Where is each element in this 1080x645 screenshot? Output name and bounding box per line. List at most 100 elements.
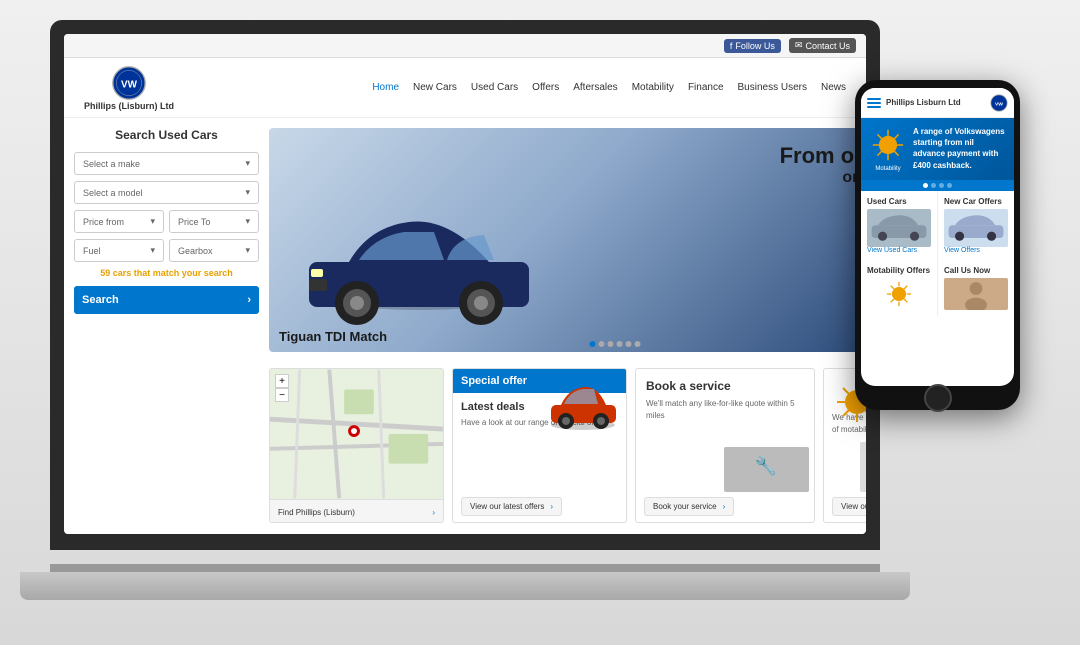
map-find-text: Find Phillips (Lisburn) xyxy=(278,508,355,517)
nav-brand: Phillips (Lisburn) Ltd xyxy=(84,101,174,111)
phone-new-car-icon xyxy=(944,209,1008,247)
website: f Follow Us ✉ Contact Us xyxy=(64,34,866,534)
right-column: From only £849 on Motability xyxy=(269,128,866,523)
nav-business[interactable]: Business Users xyxy=(738,82,807,93)
laptop-base xyxy=(20,572,910,600)
phone-motability-section: Motability xyxy=(869,126,907,172)
phone-hero: Motability A range of Volkswagens starti… xyxy=(861,118,1014,180)
price-from-select[interactable]: Price from ▾ xyxy=(74,210,164,233)
dot-2[interactable] xyxy=(599,341,605,347)
service-title: Book a service xyxy=(636,369,814,398)
chevron-down-icon: ▾ xyxy=(245,245,250,256)
dot-1[interactable] xyxy=(590,341,596,347)
menu-line-2 xyxy=(867,102,881,104)
arrow-icon: › xyxy=(432,508,435,517)
car-image xyxy=(289,197,549,327)
map-controls: + − xyxy=(275,374,289,402)
price-to-select[interactable]: Price To ▾ xyxy=(169,210,259,233)
map-footer: Find Phillips (Lisburn) › xyxy=(270,499,443,523)
fuel-gearbox-row: Fuel ▾ Gearbox ▾ xyxy=(74,239,259,262)
phone-carousel-dots xyxy=(861,180,1014,191)
phone-grid-used-cars[interactable]: Used Cars View Used Cars xyxy=(861,191,937,260)
arrow-icon: › xyxy=(723,502,726,511)
contact-us-button[interactable]: ✉ Contact Us xyxy=(789,38,856,53)
phone-used-cars-img xyxy=(867,209,931,247)
follow-us-button[interactable]: f Follow Us xyxy=(724,39,781,53)
offer-header: Special offer xyxy=(453,369,626,393)
phone-screen: Phillips Lisburn Ltd VW xyxy=(861,88,1014,386)
offer-car-icon xyxy=(546,377,621,432)
vw-logo-icon: VW xyxy=(111,65,147,101)
search-count-number: 59 xyxy=(100,268,110,278)
search-button[interactable]: Search › xyxy=(74,286,259,314)
model-select[interactable]: Select a model ▾ xyxy=(74,181,259,204)
search-title: Search Used Cars xyxy=(74,128,259,142)
menu-line-1 xyxy=(867,98,881,100)
chevron-down-icon: ▾ xyxy=(245,187,250,198)
laptop-screen-inner: f Follow Us ✉ Contact Us xyxy=(64,34,866,534)
dot-6[interactable] xyxy=(635,341,641,347)
phone-outer: Phillips Lisburn Ltd VW xyxy=(855,80,1020,410)
search-count: 59 cars that match your search xyxy=(74,268,259,278)
dot-3[interactable] xyxy=(608,341,614,347)
nav-used-cars[interactable]: Used Cars xyxy=(471,82,518,93)
fuel-select[interactable]: Fuel ▾ xyxy=(74,239,164,262)
laptop-hinge xyxy=(50,564,880,572)
view-motability-button[interactable]: View our motability offers › xyxy=(832,497,866,516)
chevron-down-icon: ▾ xyxy=(245,158,250,169)
phone-call-us-image xyxy=(944,278,1008,310)
nav-finance[interactable]: Finance xyxy=(688,82,724,93)
nav: VW Phillips (Lisburn) Ltd Home New Cars … xyxy=(64,58,866,118)
nav-aftersales[interactable]: Aftersales xyxy=(573,82,617,93)
contact-icon: ✉ xyxy=(795,40,803,51)
phone-motability-item[interactable]: Motability Offers xyxy=(861,260,937,316)
hero-title-line2: on Motability xyxy=(780,169,866,187)
main-content: Search Used Cars Select a make ▾ Select … xyxy=(64,118,866,533)
phone-person-icon xyxy=(944,278,1008,310)
phone-grid-new-cars[interactable]: New Car Offers View Offers xyxy=(938,191,1014,260)
search-panel: Search Used Cars Select a make ▾ Select … xyxy=(74,128,259,523)
phone-motability-icon xyxy=(869,126,907,164)
phone-dot-3[interactable] xyxy=(939,183,944,188)
hamburger-menu-icon[interactable] xyxy=(867,98,881,108)
offer-panel: Special offer xyxy=(452,368,627,523)
dot-5[interactable] xyxy=(626,341,632,347)
laptop-screen-outer: f Follow Us ✉ Contact Us xyxy=(50,20,880,550)
arrow-icon: › xyxy=(550,502,553,511)
nav-home[interactable]: Home xyxy=(372,82,399,93)
phone-call-us-item[interactable]: Call Us Now xyxy=(938,260,1014,316)
service-tools-icon: 🔧 xyxy=(724,447,809,492)
view-offers-button[interactable]: View our latest offers › xyxy=(461,497,562,516)
menu-line-3 xyxy=(867,106,881,108)
make-select[interactable]: Select a make ▾ xyxy=(74,152,259,175)
gearbox-select[interactable]: Gearbox ▾ xyxy=(169,239,259,262)
nav-new-cars[interactable]: New Cars xyxy=(413,82,457,93)
nav-motability[interactable]: Motability xyxy=(632,82,674,93)
phone-bottom-grid: Motability Offers xyxy=(861,260,1014,316)
book-service-button[interactable]: Book your service › xyxy=(644,497,734,516)
nav-logo: VW Phillips (Lisburn) Ltd xyxy=(84,65,174,111)
phone-motability-sun-icon xyxy=(883,278,915,310)
bottom-panels: + − Find Phillips (Lisburn) › xyxy=(269,368,866,523)
map-streets xyxy=(270,369,443,499)
hero-title-line1: From only £849 xyxy=(780,143,866,169)
nav-offers[interactable]: Offers xyxy=(532,82,559,93)
carousel-dots xyxy=(590,341,641,347)
phone-dot-4[interactable] xyxy=(947,183,952,188)
nav-news[interactable]: News xyxy=(821,82,846,93)
dot-4[interactable] xyxy=(617,341,623,347)
phone-dot-1[interactable] xyxy=(923,183,928,188)
chevron-down-icon: ▾ xyxy=(150,216,155,227)
map-zoom-in[interactable]: + xyxy=(275,374,289,388)
map-panel: + − Find Phillips (Lisburn) › xyxy=(269,368,444,523)
phone: Phillips Lisburn Ltd VW xyxy=(855,80,1020,410)
chevron-down-icon: ▾ xyxy=(245,216,250,227)
facebook-icon: f xyxy=(730,41,733,51)
phone-dot-2[interactable] xyxy=(931,183,936,188)
map-footer-link[interactable]: › xyxy=(432,508,435,517)
phone-vw-logo-icon: VW xyxy=(990,94,1008,112)
map-zoom-out[interactable]: − xyxy=(275,388,289,402)
service-panel: Book a service We'll match any like-for-… xyxy=(635,368,815,523)
service-desc: We'll match any like-for-like quote with… xyxy=(636,398,814,422)
phone-home-button[interactable] xyxy=(924,384,952,412)
